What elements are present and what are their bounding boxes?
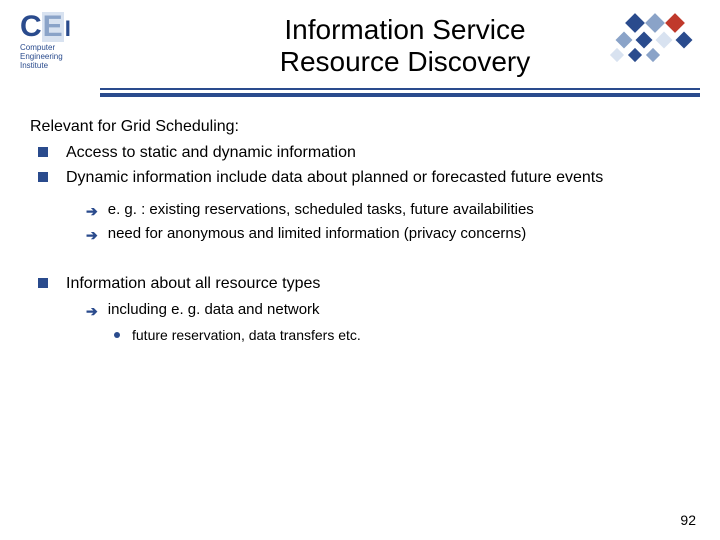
bullet-item: Access to static and dynamic information [30, 141, 690, 164]
arrow-bullet-icon: ➔ [86, 301, 98, 321]
arrow-bullet-icon: ➔ [86, 201, 98, 221]
logo-letter-c: C [20, 12, 42, 42]
sub-bullet-item: ➔ e. g. : existing reservations, schedul… [86, 199, 690, 221]
logo-subtitle: Computer Engineering Institute [20, 44, 110, 70]
square-bullet-icon [38, 278, 48, 288]
lead-text: Relevant for Grid Scheduling: [30, 115, 690, 138]
sub-sub-bullet-item: future reservation, data transfers etc. [114, 325, 690, 345]
square-bullet-icon [38, 172, 48, 182]
slide-header: C E I Computer Engineering Institute Inf… [0, 0, 720, 88]
logo-letter-e: E [42, 12, 64, 42]
logo-letter-i: I [65, 18, 71, 40]
page-number: 92 [680, 512, 696, 528]
bullet-item: Dynamic information include data about p… [30, 166, 690, 189]
slide-body: Relevant for Grid Scheduling: Access to … [0, 97, 720, 345]
sub-bullet-item: ➔ need for anonymous and limited informa… [86, 223, 690, 245]
title-underline [100, 88, 700, 97]
bullet-item: Information about all resource types [30, 272, 690, 295]
dot-bullet-icon [114, 332, 120, 338]
cei-logo: C E I Computer Engineering Institute [20, 12, 110, 70]
square-bullet-icon [38, 147, 48, 157]
decorative-squares-icon [602, 4, 712, 64]
sub-bullet-item: ➔ including e. g. data and network [86, 299, 690, 321]
arrow-bullet-icon: ➔ [86, 225, 98, 245]
